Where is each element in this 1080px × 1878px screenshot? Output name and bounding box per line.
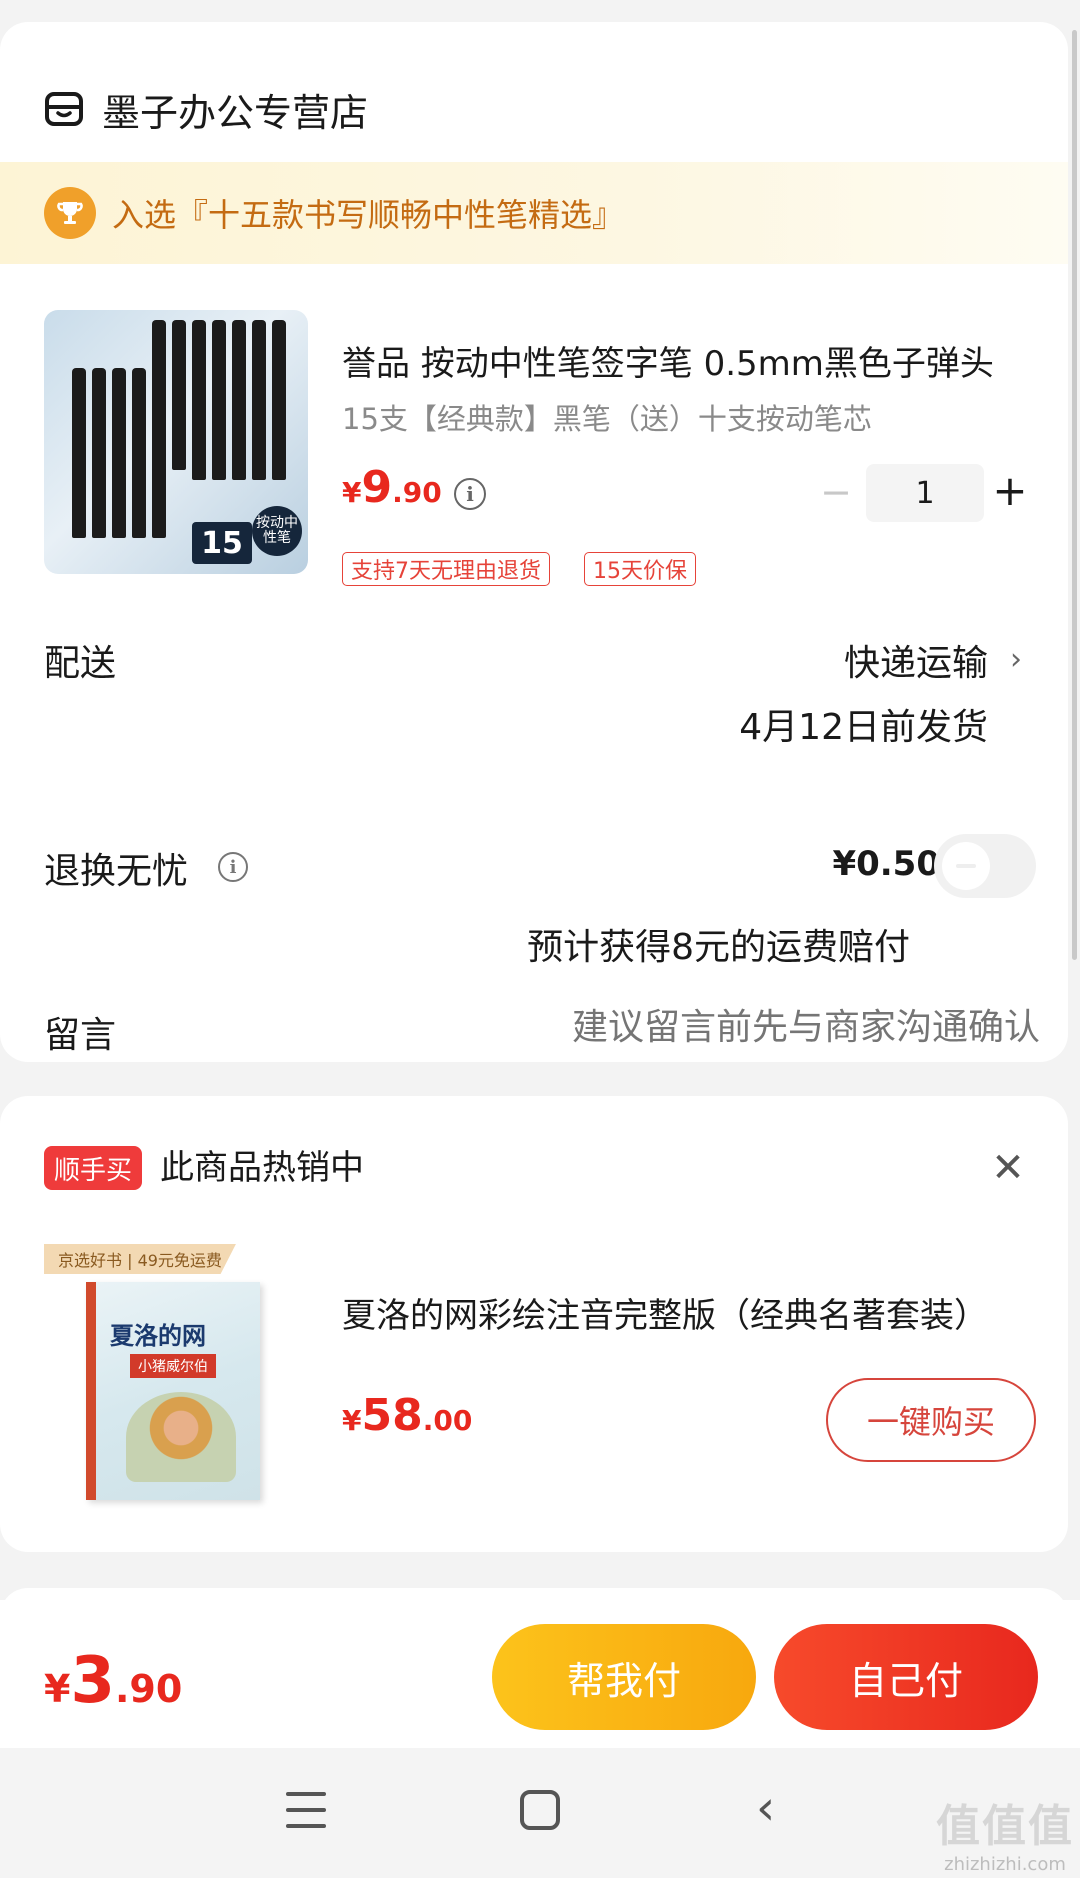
product-image[interactable]: 15 按动中性笔 bbox=[44, 310, 308, 574]
toggle-knob bbox=[942, 842, 990, 890]
price-decimal: .90 bbox=[114, 1667, 183, 1711]
watermark-url: zhizhizhi.com bbox=[944, 1854, 1066, 1875]
home-icon[interactable] bbox=[520, 1790, 560, 1830]
price-decimal: .90 bbox=[392, 476, 442, 509]
delivery-date: 4月12日前发货 bbox=[739, 707, 988, 748]
returns-price: ¥0.50 bbox=[832, 844, 940, 884]
store-header[interactable]: 墨子办公专营店 bbox=[44, 64, 368, 154]
quantity-value[interactable]: 1 bbox=[866, 464, 984, 522]
pen-type-badge: 按动中性笔 bbox=[252, 506, 302, 556]
price-integer: 3 bbox=[70, 1644, 115, 1718]
recommendation-price: ¥ 58 .00 bbox=[342, 1390, 472, 1441]
pen-shape bbox=[152, 320, 166, 470]
recommendation-name[interactable]: 夏洛的网彩绘注音完整版（经典名著套装） bbox=[342, 1288, 1032, 1337]
store-icon bbox=[45, 92, 83, 126]
self-pay-button[interactable]: 自己付 bbox=[774, 1624, 1038, 1730]
order-card: 墨子办公专营店 入选『十五款书写顺畅中性笔精选』 15 按动中性笔 誉品 按动中… bbox=[0, 22, 1068, 1062]
recommendation-card: 顺手买 此商品热销中 ✕ 京选好书 | 49元免运费 夏洛的网 小猪威尔伯 夏洛… bbox=[0, 1096, 1068, 1552]
recommendation-image[interactable]: 京选好书 | 49元免运费 夏洛的网 小猪威尔伯 bbox=[44, 1244, 308, 1508]
chevron-right-icon[interactable]: › bbox=[1010, 642, 1022, 677]
price-protect-tag: 15天价保 bbox=[584, 552, 696, 586]
one-click-buy-button[interactable]: 一键购买 bbox=[826, 1378, 1036, 1462]
trophy-icon bbox=[44, 187, 96, 239]
price-integer: 9 bbox=[361, 462, 393, 513]
pen-shape bbox=[212, 320, 226, 480]
price-symbol: ¥ bbox=[44, 1667, 71, 1711]
product-title[interactable]: 誉品 按动中性笔签字笔 0.5mm黑色子弹头 bbox=[342, 336, 1032, 385]
system-nav-bar: ‹ bbox=[0, 1748, 1080, 1878]
return-policy-tag: 支持7天无理由退货 bbox=[342, 552, 550, 586]
delivery-method[interactable]: 快递运输 bbox=[844, 634, 988, 686]
pen-shape bbox=[112, 368, 126, 538]
pen-shape bbox=[232, 320, 246, 480]
pen-shape bbox=[132, 368, 146, 538]
recommendation-badge: 顺手买 bbox=[44, 1146, 143, 1190]
pen-shape bbox=[252, 320, 266, 480]
price-info-icon[interactable]: i bbox=[454, 478, 486, 510]
price-decimal: .00 bbox=[422, 1404, 473, 1437]
quantity-increase-button[interactable]: + bbox=[990, 466, 1030, 515]
checkout-bar: ¥ 3 .90 帮我付 自己付 bbox=[0, 1600, 1080, 1748]
book-cover: 夏洛的网 小猪威尔伯 bbox=[86, 1282, 260, 1500]
pack-count-badge: 15 bbox=[192, 522, 252, 564]
pen-shape bbox=[272, 320, 286, 480]
book-subtitle: 小猪威尔伯 bbox=[130, 1354, 216, 1378]
recommendation-title: 此商品热销中 bbox=[160, 1148, 364, 1188]
returns-toggle[interactable] bbox=[934, 834, 1036, 898]
watermark: 值值值 zhizhizhi.com bbox=[936, 1790, 1074, 1875]
pen-shape bbox=[92, 368, 106, 538]
price-symbol: ¥ bbox=[342, 476, 362, 509]
scrollbar[interactable] bbox=[1072, 30, 1077, 960]
pen-shape bbox=[192, 320, 206, 480]
book-illustration bbox=[126, 1392, 236, 1482]
pen-shape bbox=[172, 320, 186, 470]
selection-banner[interactable]: 入选『十五款书写顺畅中性笔精选』 bbox=[0, 162, 1068, 264]
message-label: 留言 bbox=[44, 1015, 117, 1056]
book-promo-label: 京选好书 | 49元免运费 bbox=[44, 1244, 236, 1274]
message-input[interactable] bbox=[500, 1006, 1040, 1048]
product-spec[interactable]: 15支【经典款】黑笔（送）十支按动笔芯 bbox=[342, 396, 872, 438]
recent-apps-icon[interactable] bbox=[286, 1792, 326, 1828]
book-title: 夏洛的网 bbox=[110, 1321, 206, 1350]
product-price: ¥ 9 .90 bbox=[342, 462, 442, 513]
quantity-decrease-button[interactable]: − bbox=[818, 470, 854, 514]
pen-shape bbox=[72, 368, 86, 538]
price-symbol: ¥ bbox=[342, 1404, 362, 1437]
returns-info-icon[interactable]: i bbox=[218, 852, 248, 882]
store-name: 墨子办公专营店 bbox=[102, 90, 369, 135]
back-icon[interactable]: ‹ bbox=[756, 1784, 775, 1832]
price-integer: 58 bbox=[361, 1390, 423, 1441]
close-icon[interactable]: ✕ bbox=[988, 1145, 1028, 1191]
help-pay-button[interactable]: 帮我付 bbox=[492, 1624, 756, 1730]
returns-note: 预计获得8元的运费赔付 bbox=[527, 927, 910, 968]
total-price: ¥ 3 .90 bbox=[44, 1644, 182, 1718]
delivery-label: 配送 bbox=[44, 643, 117, 684]
returns-label: 退换无忧 bbox=[44, 851, 189, 892]
banner-text: 入选『十五款书写顺畅中性笔精选』 bbox=[112, 196, 625, 234]
watermark-logo: 值值值 bbox=[936, 1801, 1074, 1852]
